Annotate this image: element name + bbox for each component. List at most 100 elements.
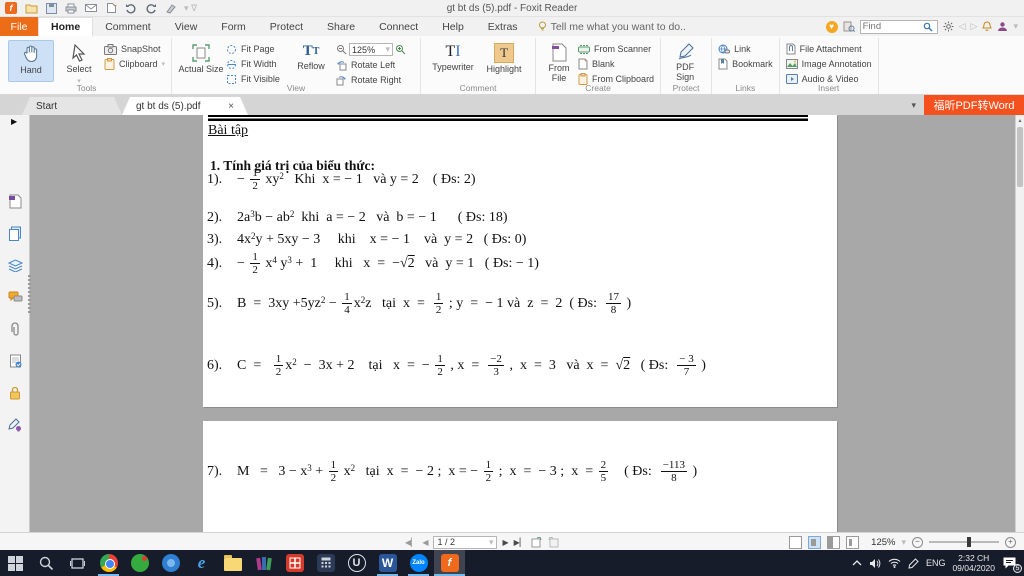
email-icon[interactable] xyxy=(84,2,98,15)
zoom-out-icon[interactable] xyxy=(336,44,347,55)
zoom-in-button[interactable]: + xyxy=(1005,536,1016,548)
action-center-icon[interactable]: 5 xyxy=(1002,556,1022,573)
blue-app-taskbar-icon[interactable] xyxy=(155,550,186,576)
wifi-icon[interactable] xyxy=(888,558,901,568)
continuous-view-icon[interactable] xyxy=(808,535,822,549)
account-dropdown-icon[interactable]: ▾ xyxy=(1013,21,1018,32)
fit-width-button[interactable]: Fit Width xyxy=(226,58,288,70)
security-panel-icon[interactable] xyxy=(7,385,23,401)
unikey-taskbar-icon[interactable]: U xyxy=(341,550,372,576)
previous-view-icon[interactable] xyxy=(531,536,543,548)
taskbar-search-button[interactable] xyxy=(31,550,62,576)
tab-form[interactable]: Form xyxy=(209,17,258,36)
redo-icon[interactable] xyxy=(144,2,158,15)
single-page-view-icon[interactable] xyxy=(789,535,803,549)
tab-share[interactable]: Share xyxy=(315,17,367,36)
bell-icon[interactable] xyxy=(982,21,993,32)
language-indicator[interactable]: ENG xyxy=(926,558,946,568)
foxit-reader-taskbar-icon[interactable]: f xyxy=(434,550,465,576)
last-page-icon[interactable]: ▶▏ xyxy=(514,538,526,547)
blank-button[interactable]: Blank xyxy=(578,58,654,70)
forward-chevron-icon[interactable]: ▷ xyxy=(971,21,978,32)
tab-list-dropdown-icon[interactable]: ▾ xyxy=(903,95,924,115)
tab-file[interactable]: File xyxy=(0,17,38,36)
bookmark-button[interactable]: Bookmark xyxy=(718,58,773,70)
tab-protect[interactable]: Protect xyxy=(258,17,315,36)
panel-splitter-handle[interactable] xyxy=(28,275,31,315)
qat-customize-icon[interactable]: ▾ ᐁ xyxy=(184,3,197,14)
comments-panel-icon[interactable] xyxy=(7,289,23,305)
tell-me-box[interactable]: Tell me what you want to do.. xyxy=(538,17,686,36)
open-file-icon[interactable] xyxy=(24,2,38,15)
start-button[interactable] xyxy=(0,550,31,576)
from-file-button[interactable]: From File xyxy=(542,40,576,83)
foxit-search-icon[interactable] xyxy=(843,21,855,32)
find-input[interactable] xyxy=(862,21,923,32)
pdf-sign-button[interactable]: PDF Sign xyxy=(667,40,703,82)
tab-document[interactable]: gt bt ds (5).pdf × xyxy=(122,97,248,115)
internet-explorer-taskbar-icon[interactable]: e xyxy=(186,550,217,576)
task-view-button[interactable] xyxy=(62,550,93,576)
feedback-heart-icon[interactable]: ♥ xyxy=(825,20,838,33)
winrar-taskbar-icon[interactable] xyxy=(248,550,279,576)
from-scanner-button[interactable]: From Scanner xyxy=(578,43,654,55)
panel-expand-icon[interactable]: ▶ xyxy=(11,117,17,126)
clock[interactable]: 2:32 CH 09/04/2020 xyxy=(952,553,995,573)
attachments-panel-icon[interactable] xyxy=(7,321,23,337)
statusbar-zoom-caret-icon[interactable]: ▾ xyxy=(901,537,906,548)
account-avatar-icon[interactable] xyxy=(997,21,1008,32)
save-icon[interactable] xyxy=(44,2,58,15)
hand-tool-button[interactable]: Hand xyxy=(8,40,54,82)
bookmarks-panel-icon[interactable] xyxy=(7,193,23,209)
pdf-to-word-button[interactable]: 福昕PDF转Word xyxy=(924,95,1024,115)
zoom-out-button[interactable]: − xyxy=(912,536,923,548)
vertical-scrollbar[interactable]: ▲ xyxy=(1015,115,1024,532)
volume-icon[interactable] xyxy=(869,558,881,569)
pages-panel-icon[interactable] xyxy=(7,225,23,241)
image-annotation-button[interactable]: Image Annotation xyxy=(785,58,872,70)
back-chevron-icon[interactable]: ◁ xyxy=(959,21,966,32)
word-taskbar-icon[interactable]: W xyxy=(372,550,403,576)
continuous-facing-view-icon[interactable] xyxy=(846,535,860,549)
file-attachment-button[interactable]: File Attachment xyxy=(786,43,872,55)
scrollbar-thumb[interactable] xyxy=(1017,127,1023,187)
layers-panel-icon[interactable] xyxy=(7,257,23,273)
next-view-icon[interactable] xyxy=(548,536,560,548)
facing-view-icon[interactable] xyxy=(827,535,841,549)
zalo-taskbar-icon[interactable]: Zalo xyxy=(403,550,434,576)
clipboard-button[interactable]: Clipboard ▾ xyxy=(104,58,165,70)
zoom-in-icon[interactable] xyxy=(395,44,406,55)
print-icon[interactable] xyxy=(64,2,78,15)
new-document-icon[interactable] xyxy=(104,2,118,15)
select-tool-button[interactable]: Select ▾ xyxy=(56,40,102,85)
scroll-up-icon[interactable]: ▲ xyxy=(1016,115,1024,126)
zoom-slider-thumb[interactable] xyxy=(967,537,971,547)
tab-view[interactable]: View xyxy=(163,17,210,36)
fit-page-button[interactable]: Fit Page xyxy=(226,43,288,55)
search-icon[interactable] xyxy=(923,22,933,32)
zoom-slider[interactable] xyxy=(929,537,999,547)
tab-start[interactable]: Start xyxy=(22,97,122,115)
pen-input-icon[interactable] xyxy=(908,557,919,569)
gear-icon[interactable] xyxy=(943,21,954,32)
share-tool-icon[interactable] xyxy=(164,2,178,15)
rotate-left-button[interactable]: Rotate Left xyxy=(336,59,414,71)
red-grid-app-taskbar-icon[interactable] xyxy=(279,550,310,576)
tab-help[interactable]: Help xyxy=(430,17,476,36)
green-app-taskbar-icon[interactable] xyxy=(124,550,155,576)
previous-page-icon[interactable]: ◀ xyxy=(422,538,428,547)
digital-sign-panel-icon[interactable] xyxy=(7,417,23,433)
tab-comment[interactable]: Comment xyxy=(93,17,163,36)
tray-expand-caret-icon[interactable] xyxy=(852,560,862,566)
undo-icon[interactable] xyxy=(124,2,138,15)
typewriter-button[interactable]: TI Typewriter xyxy=(427,40,479,82)
calculator-taskbar-icon[interactable] xyxy=(310,550,341,576)
link-button[interactable]: Link xyxy=(718,43,773,55)
highlight-button[interactable]: T Highlight xyxy=(481,40,527,82)
next-page-icon[interactable]: ▶ xyxy=(502,538,508,547)
zoom-percent-dropdown[interactable]: 125% ▾ xyxy=(349,43,394,56)
tab-connect[interactable]: Connect xyxy=(367,17,430,36)
file-explorer-taskbar-icon[interactable] xyxy=(217,550,248,576)
first-page-icon[interactable]: ◀▏ xyxy=(405,538,417,547)
snapshot-button[interactable]: SnapShot xyxy=(104,43,165,55)
